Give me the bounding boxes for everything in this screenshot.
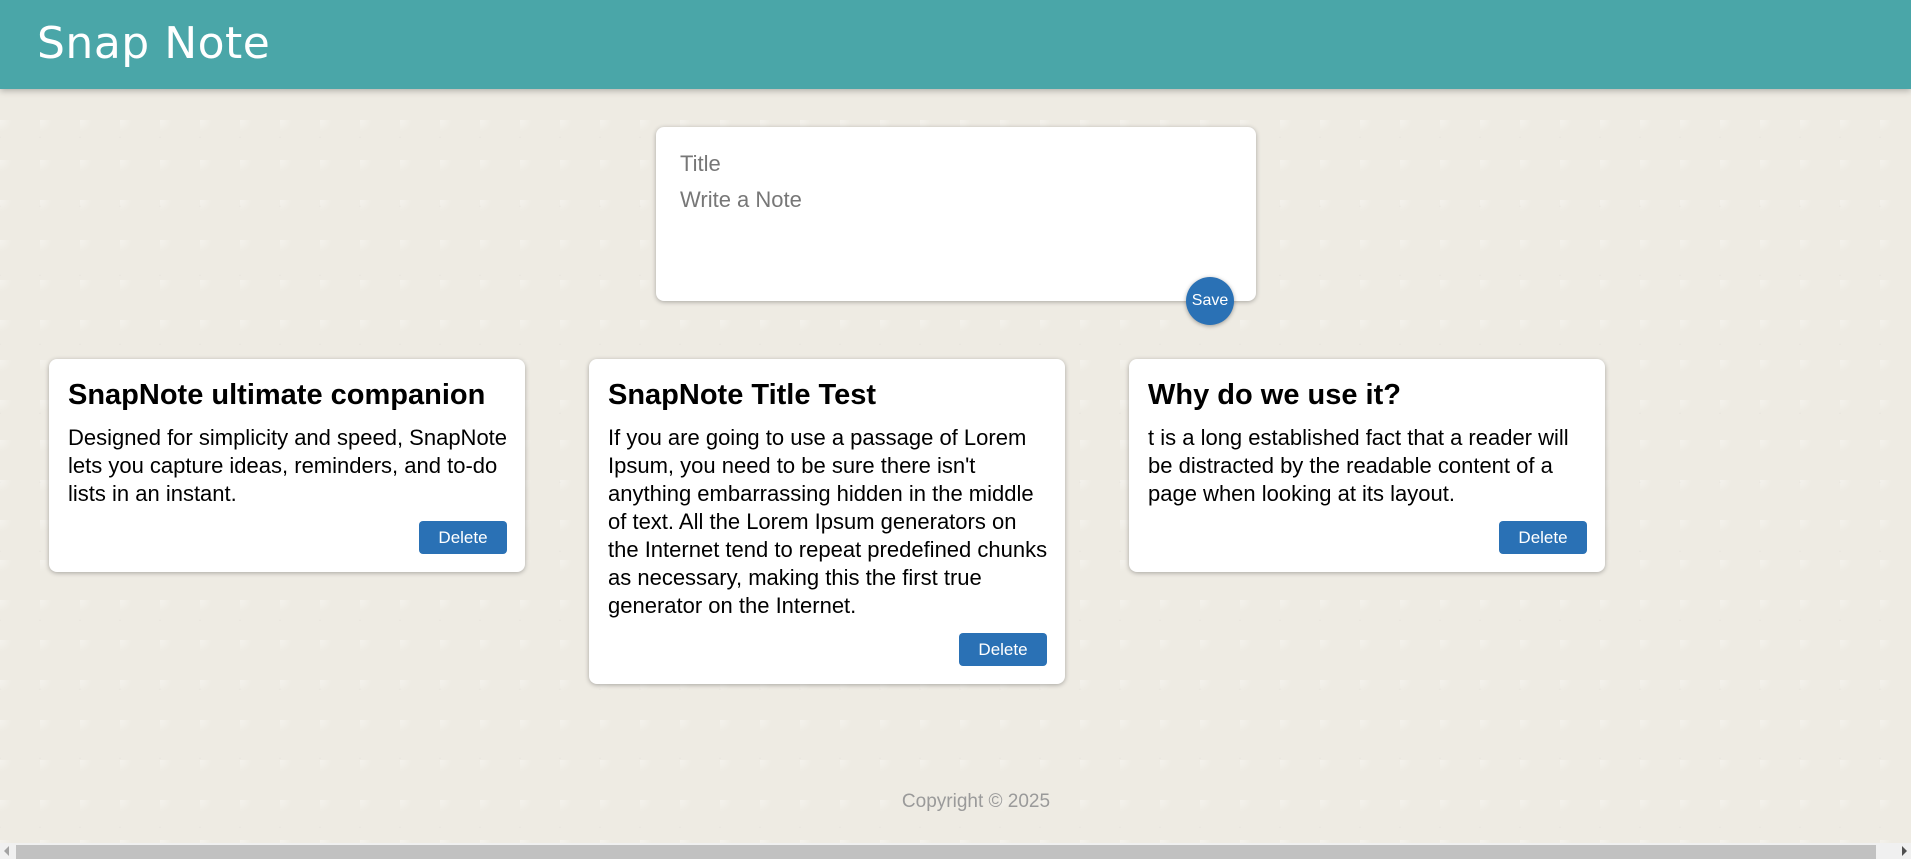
scroll-right-arrow-icon[interactable] (1902, 846, 1907, 856)
scroll-left-arrow-icon[interactable] (4, 846, 9, 856)
note-title: SnapNote ultimate companion (68, 379, 486, 411)
delete-button[interactable]: Delete (959, 633, 1047, 666)
note-body: If you are going to use a passage of Lor… (608, 425, 1048, 618)
app-header: Snap Note (0, 0, 1911, 89)
note-body: t is a long established fact that a read… (1148, 425, 1569, 506)
save-button[interactable]: Save (1186, 277, 1234, 325)
footer-copyright: Copyright © 2025 (901, 791, 1051, 812)
note-textarea[interactable] (680, 187, 1230, 277)
delete-button[interactable]: Delete (419, 521, 507, 554)
note-card: SnapNote ultimate companion Designed for… (49, 359, 525, 572)
title-input[interactable] (680, 149, 1230, 179)
note-body: Designed for simplicity and speed, SnapN… (68, 425, 508, 506)
note-card: SnapNote Title Test If you are going to … (589, 359, 1065, 684)
note-composer (656, 127, 1256, 301)
note-card: Why do we use it? t is a long establishe… (1129, 359, 1605, 572)
delete-button[interactable]: Delete (1499, 521, 1587, 554)
note-title: Why do we use it? (1148, 379, 1401, 411)
note-title: SnapNote Title Test (608, 379, 877, 411)
scrollbar-thumb[interactable] (16, 845, 1876, 859)
app-logo-title: Snap Note (37, 18, 271, 69)
horizontal-scrollbar[interactable] (0, 843, 1911, 859)
